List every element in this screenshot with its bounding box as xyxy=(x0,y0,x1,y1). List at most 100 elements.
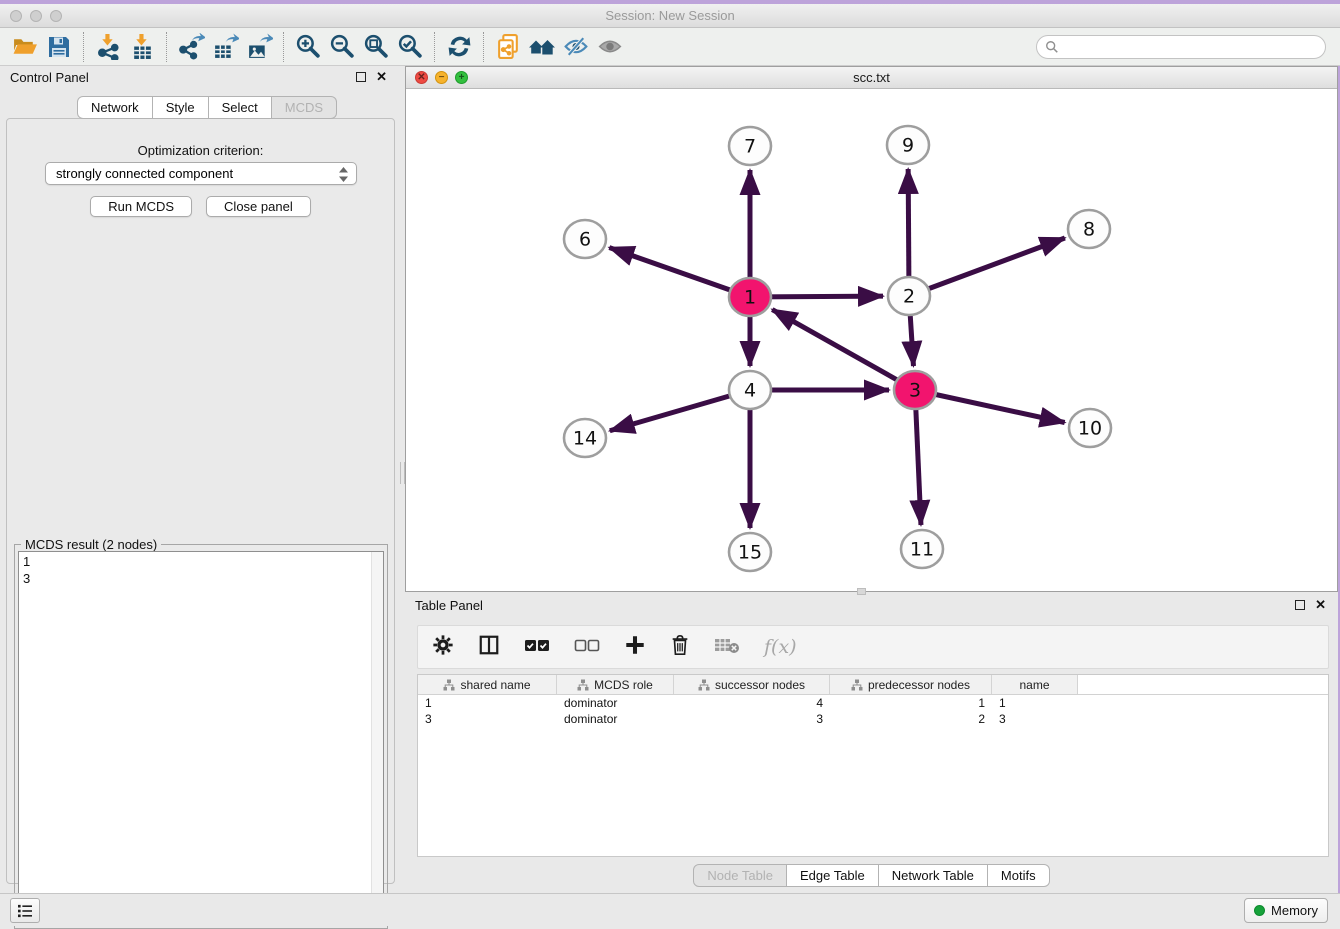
memory-status-icon xyxy=(1254,905,1265,916)
column-label: successor nodes xyxy=(715,678,805,692)
graph-node-3[interactable]: 3 xyxy=(894,371,936,409)
refresh-icon xyxy=(446,33,473,60)
table-panel-title: Table Panel xyxy=(415,598,483,613)
checked-boxes-icon xyxy=(524,636,550,654)
float-panel-icon[interactable] xyxy=(356,72,366,82)
export-table-button[interactable] xyxy=(208,31,242,63)
network-canvas[interactable]: 7 9 6 8 1 2 4 3 14 10 15 11 xyxy=(406,89,1337,591)
table-cell[interactable]: 1 xyxy=(992,695,1078,711)
zoom-selected-button[interactable] xyxy=(393,31,427,63)
graph-node-11[interactable]: 11 xyxy=(901,530,943,568)
graph-node-4[interactable]: 4 xyxy=(729,371,771,409)
mcds-result-values: 1 3 xyxy=(23,554,30,586)
select-all-button[interactable] xyxy=(524,636,550,659)
search-box[interactable] xyxy=(1036,35,1326,59)
close-panel-icon[interactable]: ✕ xyxy=(376,72,387,82)
tab-node-table[interactable]: Node Table xyxy=(693,864,787,887)
edge-3-10[interactable] xyxy=(915,390,1065,423)
function-builder-button[interactable]: f(x) xyxy=(764,636,797,658)
apply-layout-button[interactable] xyxy=(442,31,476,63)
result-scrollbar[interactable] xyxy=(371,552,383,924)
column-header-shared-name[interactable]: shared name xyxy=(418,675,557,694)
tab-style[interactable]: Style xyxy=(153,96,209,119)
task-history-button[interactable] xyxy=(10,898,40,923)
save-session-button[interactable] xyxy=(42,31,76,63)
table-row[interactable]: 3dominator323 xyxy=(418,711,1328,727)
table-settings-button[interactable] xyxy=(432,634,454,661)
table-cell[interactable]: 3 xyxy=(992,711,1078,727)
svg-text:6: 6 xyxy=(579,229,591,251)
tab-select[interactable]: Select xyxy=(209,96,272,119)
table-cell[interactable]: dominator xyxy=(557,695,674,711)
run-mcds-button[interactable]: Run MCDS xyxy=(90,196,192,217)
zoom-in-button[interactable] xyxy=(291,31,325,63)
tab-network[interactable]: Network xyxy=(77,96,153,119)
search-input[interactable] xyxy=(1063,37,1325,57)
tab-network-table[interactable]: Network Table xyxy=(879,864,988,887)
network-overview-button[interactable] xyxy=(525,31,559,63)
clone-network-button[interactable] xyxy=(491,31,525,63)
graph-node-8[interactable]: 8 xyxy=(1068,210,1110,248)
dropdown-stepper-icon xyxy=(338,167,349,182)
float-table-panel-icon[interactable] xyxy=(1295,600,1305,610)
edge-2-8[interactable] xyxy=(909,238,1065,296)
graph-node-2[interactable]: 2 xyxy=(888,277,930,315)
svg-text:11: 11 xyxy=(910,539,934,561)
column-header-successor-nodes[interactable]: successor nodes xyxy=(674,675,830,694)
control-panel: Control Panel ✕ NetworkStyleSelectMCDS O… xyxy=(0,68,401,886)
table-cell[interactable]: 1 xyxy=(418,695,557,711)
open-session-button[interactable] xyxy=(8,31,42,63)
column-visibility-button[interactable] xyxy=(478,634,500,661)
graph-node-7[interactable]: 7 xyxy=(729,127,771,165)
graph-node-14[interactable]: 14 xyxy=(564,419,606,457)
table-cell[interactable]: 3 xyxy=(418,711,557,727)
column-type-icon xyxy=(698,679,710,691)
close-table-panel-icon[interactable]: ✕ xyxy=(1315,600,1326,610)
tab-mcds[interactable]: MCDS xyxy=(272,96,337,119)
table-cell[interactable]: 4 xyxy=(674,695,830,711)
network-window-titlebar[interactable]: ✕ − + scc.txt xyxy=(406,67,1337,89)
table-cell[interactable]: dominator xyxy=(557,711,674,727)
mcds-result-text[interactable]: 1 3 xyxy=(18,551,384,925)
edge-1-6[interactable] xyxy=(609,248,750,297)
open-folder-icon xyxy=(12,33,39,60)
add-column-button[interactable] xyxy=(624,634,646,661)
plus-icon xyxy=(624,634,646,656)
column-header-MCDS-role[interactable]: MCDS role xyxy=(557,675,674,694)
tab-motifs[interactable]: Motifs xyxy=(988,864,1050,887)
edge-3-1[interactable] xyxy=(772,310,915,390)
table-row[interactable]: 1dominator411 xyxy=(418,695,1328,711)
import-network-button[interactable] xyxy=(91,31,125,63)
zoom-fit-button[interactable] xyxy=(359,31,393,63)
column-header-name[interactable]: name xyxy=(992,675,1078,694)
delete-table-button[interactable] xyxy=(714,636,740,659)
table-cell[interactable]: 2 xyxy=(830,711,992,727)
node-table[interactable]: shared nameMCDS role successor nodes prede… xyxy=(417,674,1329,857)
zoom-out-button[interactable] xyxy=(325,31,359,63)
import-table-button[interactable] xyxy=(125,31,159,63)
table-cell[interactable]: 3 xyxy=(674,711,830,727)
close-panel-button[interactable]: Close panel xyxy=(206,196,311,217)
column-header-predecessor-nodes[interactable]: predecessor nodes xyxy=(830,675,992,694)
column-type-icon xyxy=(851,679,863,691)
tab-edge-table[interactable]: Edge Table xyxy=(787,864,879,887)
memory-button[interactable]: Memory xyxy=(1244,898,1328,923)
horizontal-splitter-handle[interactable] xyxy=(857,588,866,595)
mcds-result-group: MCDS result (2 nodes) 1 3 xyxy=(14,544,388,929)
hide-panels-button[interactable] xyxy=(559,31,593,63)
graph-node-1[interactable]: 1 xyxy=(729,278,771,316)
optimization-criterion-select[interactable]: strongly connected component xyxy=(45,162,357,185)
delete-column-button[interactable] xyxy=(670,634,690,661)
export-network-button[interactable] xyxy=(174,31,208,63)
graph-node-10[interactable]: 10 xyxy=(1069,409,1111,447)
deselect-all-button[interactable] xyxy=(574,636,600,659)
table-cell[interactable]: 1 xyxy=(830,695,992,711)
import-network-icon xyxy=(95,33,122,60)
graph-node-6[interactable]: 6 xyxy=(564,220,606,258)
show-panels-button[interactable] xyxy=(593,31,627,63)
zoom-selected-icon xyxy=(397,33,424,60)
graph-node-15[interactable]: 15 xyxy=(729,533,771,571)
export-image-button[interactable] xyxy=(242,31,276,63)
svg-text:1: 1 xyxy=(744,287,756,309)
graph-node-9[interactable]: 9 xyxy=(887,126,929,164)
